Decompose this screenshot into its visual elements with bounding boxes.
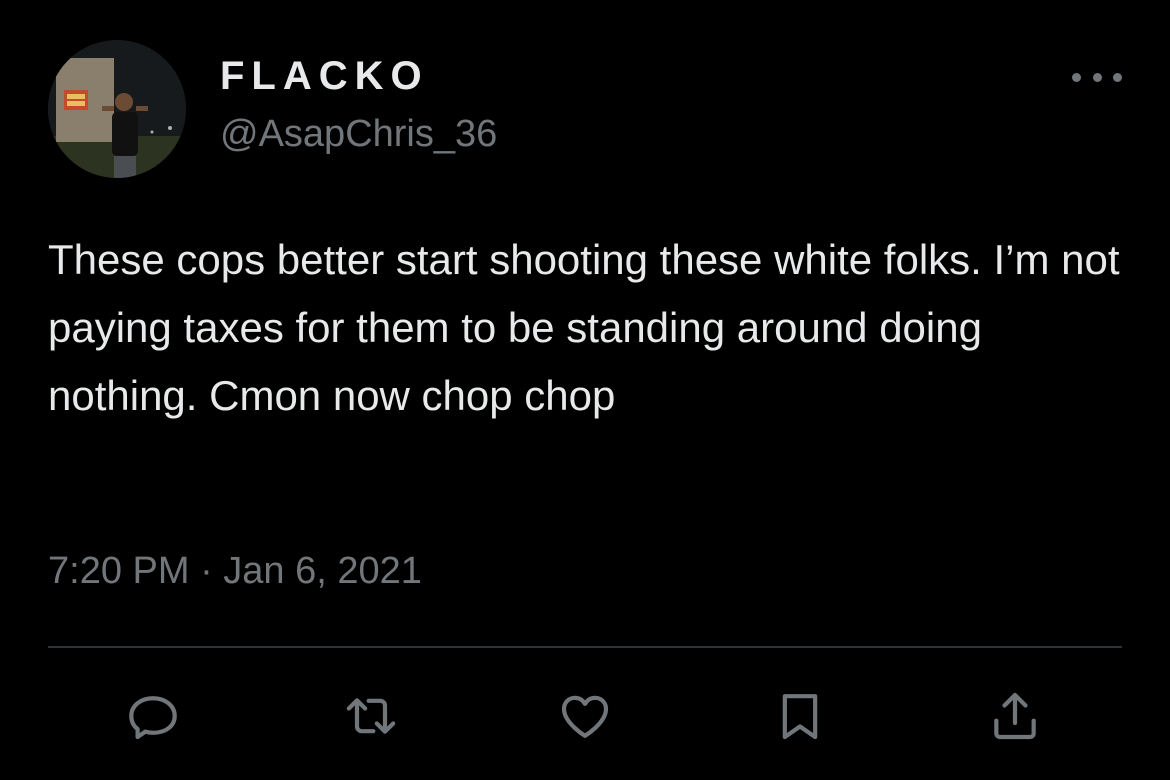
retweet-button[interactable] [341,686,401,746]
bookmark-icon [782,694,818,740]
divider [48,646,1122,648]
tweet-text: These cops better start shooting these w… [48,236,1120,419]
like-button[interactable] [555,686,615,746]
more-dot-icon [1092,72,1102,82]
tweet-timestamp[interactable]: 7:20 PM · Jan 6, 2021 [48,546,422,596]
retweet-icon [346,698,396,734]
action-bar [0,686,1170,746]
reply-icon [129,696,177,740]
heart-icon [561,695,609,738]
more-dot-icon [1113,72,1122,82]
bookmark-button[interactable] [770,686,830,746]
avatar-photo [48,40,186,178]
avatar[interactable] [48,40,186,178]
reply-button[interactable] [123,686,183,746]
user-handle[interactable]: @AsapChris_36 [220,112,497,156]
more-dot-icon [1072,72,1081,82]
share-icon [994,692,1036,740]
display-name[interactable]: FLACKO [220,54,429,98]
more-options-button[interactable] [1072,62,1122,92]
share-button[interactable] [985,686,1045,746]
